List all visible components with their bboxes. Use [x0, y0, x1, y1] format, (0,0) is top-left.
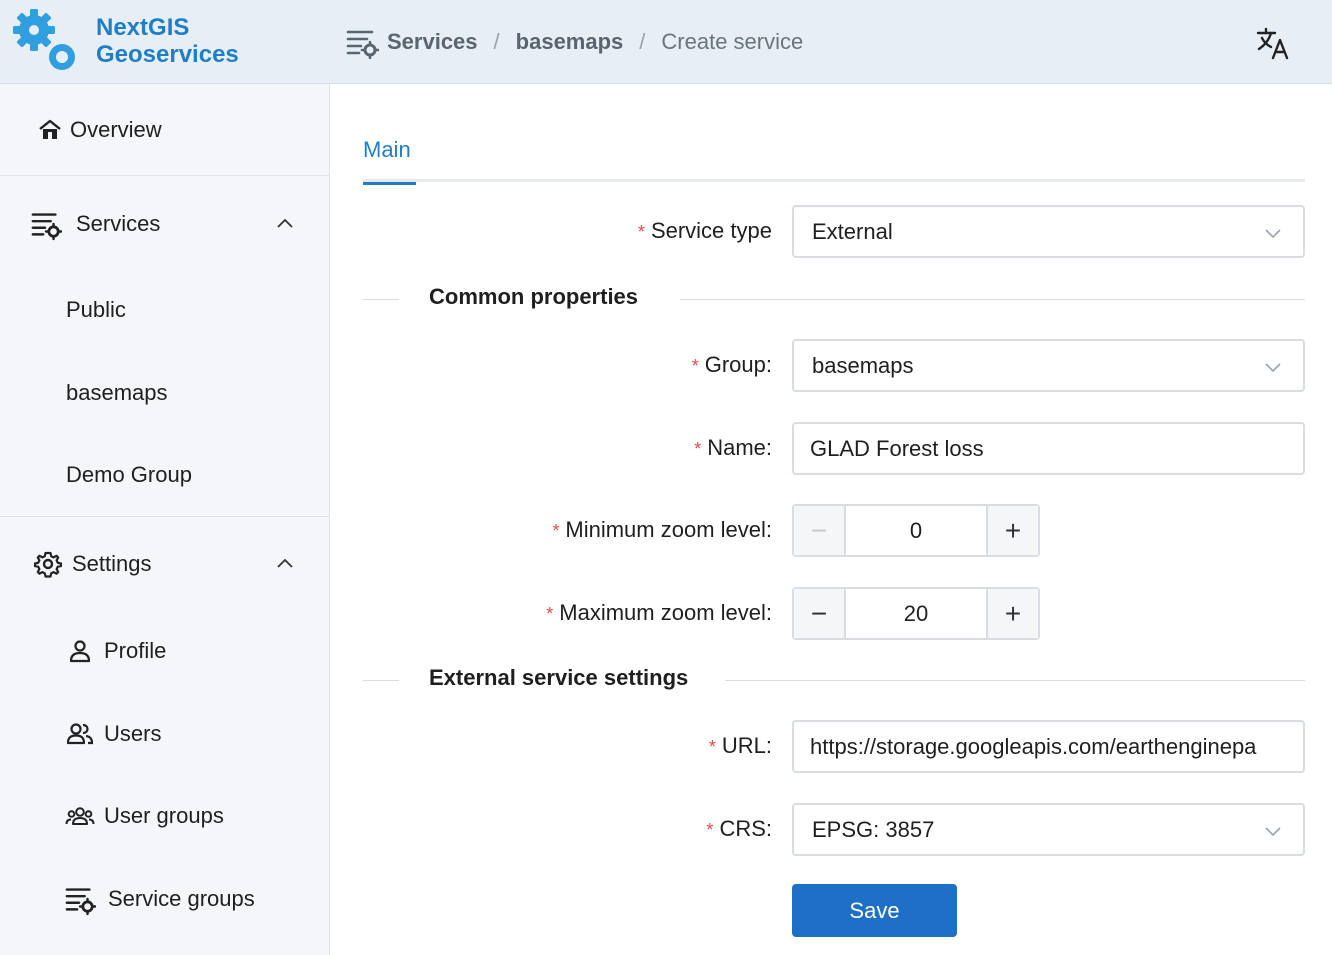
sidebar-item-services[interactable]: Services: [0, 204, 329, 244]
crs-label: * CRS:: [706, 816, 772, 842]
services-list-icon: [64, 883, 96, 916]
users-icon: [64, 718, 96, 750]
user-group-icon: [64, 800, 96, 832]
sidebar-item-label: User groups: [104, 803, 224, 828]
tab-active-indicator: [363, 182, 416, 185]
sidebar-item-label: Service groups: [108, 886, 255, 911]
label-text: CRS:: [719, 816, 772, 841]
save-button[interactable]: Save: [792, 884, 957, 937]
group-select[interactable]: basemaps: [792, 339, 1305, 392]
sidebar-item-label: Overview: [70, 117, 162, 142]
tab-bar: Main: [363, 134, 1305, 185]
chevron-down-icon: [1265, 229, 1281, 239]
url-label: * URL:: [709, 733, 772, 759]
logo-gear-icon[interactable]: [10, 6, 80, 76]
top-header: NextGIS Geoservices Services / basemaps …: [0, 0, 1332, 84]
name-label: * Name:: [694, 435, 772, 461]
sidebar-item-profile[interactable]: Profile: [0, 631, 329, 671]
stepper-value[interactable]: 0: [846, 506, 986, 555]
max-zoom-label: * Maximum zoom level:: [546, 600, 772, 626]
decrement-button[interactable]: −: [794, 589, 846, 638]
required-mark: *: [706, 820, 714, 840]
divider-line: [363, 299, 399, 300]
label-text: Group:: [704, 352, 772, 377]
sidebar-item-label: basemaps: [66, 380, 168, 405]
sidebar-item-overview[interactable]: Overview: [0, 110, 329, 150]
chevron-down-icon: [1265, 827, 1281, 837]
increment-button[interactable]: +: [986, 589, 1038, 638]
breadcrumb-services[interactable]: Services: [387, 29, 478, 55]
sidebar-item-settings[interactable]: Settings: [0, 544, 329, 584]
logo-line1: NextGIS: [96, 14, 190, 41]
home-icon: [34, 114, 66, 146]
sidebar-item-basemaps[interactable]: basemaps: [0, 373, 329, 413]
breadcrumb-basemaps[interactable]: basemaps: [516, 29, 624, 55]
divider-line: [725, 680, 1305, 681]
divider-line: [680, 299, 1305, 300]
sidebar-divider: [0, 175, 329, 176]
sidebar-item-service-groups[interactable]: Service groups: [0, 879, 329, 919]
chevron-up-icon[interactable]: [275, 554, 295, 574]
user-icon: [64, 635, 96, 667]
services-list-icon: [346, 30, 379, 59]
main-content: Main * Service type External Common prope…: [330, 84, 1332, 955]
sidebar-item-label: Demo Group: [66, 462, 192, 487]
chevron-up-icon[interactable]: [275, 214, 295, 234]
stepper-value[interactable]: 20: [846, 589, 986, 638]
common-properties-divider: Common properties: [363, 284, 1305, 316]
name-input[interactable]: GLAD Forest loss: [792, 422, 1305, 475]
breadcrumb-separator: /: [493, 29, 500, 54]
decrement-button[interactable]: −: [794, 506, 846, 555]
sidebar-item-public[interactable]: Public: [0, 290, 329, 330]
label-text: Name:: [707, 435, 772, 460]
translate-icon[interactable]: [1256, 26, 1292, 60]
group-label: * Group:: [692, 352, 772, 378]
logo-line2: Geoservices: [96, 41, 239, 68]
section-title: Common properties: [429, 284, 639, 310]
label-text: Maximum zoom level:: [559, 600, 772, 625]
chevron-down-icon: [1265, 363, 1281, 373]
min-zoom-label: * Minimum zoom level:: [552, 517, 772, 543]
divider-line: [363, 680, 399, 681]
select-value: External: [812, 218, 893, 244]
services-list-icon: [30, 208, 62, 241]
min-zoom-stepper[interactable]: − 0 +: [792, 504, 1040, 557]
sidebar-item-demo-group[interactable]: Demo Group: [0, 455, 329, 495]
sidebar: Overview Services Public basemaps Demo G…: [0, 84, 330, 955]
required-mark: *: [637, 222, 645, 242]
app-logo-text[interactable]: NextGIS Geoservices: [96, 14, 239, 68]
sidebar-item-label: Public: [66, 297, 126, 322]
breadcrumb: Services / basemaps / Create service: [345, 25, 803, 59]
sidebar-item-user-groups[interactable]: User groups: [0, 796, 329, 836]
section-title: External service settings: [429, 665, 689, 691]
sidebar-item-label: Services: [76, 211, 161, 236]
required-mark: *: [546, 604, 554, 624]
tab-label: Main: [363, 137, 411, 162]
sidebar-item-label: Profile: [104, 638, 167, 663]
gear-icon: [32, 548, 64, 580]
label-text: URL:: [721, 733, 772, 758]
increment-button[interactable]: +: [986, 506, 1038, 555]
required-mark: *: [552, 521, 560, 541]
sidebar-item-label: Users: [104, 721, 162, 746]
sidebar-divider: [0, 516, 329, 517]
max-zoom-stepper[interactable]: − 20 +: [792, 587, 1040, 640]
required-mark: *: [691, 356, 699, 376]
external-settings-divider: External service settings: [363, 665, 1305, 697]
service-type-label: * Service type: [638, 218, 772, 244]
required-mark: *: [694, 439, 702, 459]
label-text: Minimum zoom level:: [565, 517, 772, 542]
breadcrumb-separator: /: [639, 29, 646, 54]
sidebar-item-label: Settings: [72, 551, 152, 576]
required-mark: *: [708, 737, 716, 757]
url-input[interactable]: https://storage.googleapis.com/earthengi…: [792, 720, 1305, 773]
crs-select[interactable]: EPSG: 3857: [792, 803, 1305, 856]
label-text: Service type: [650, 218, 772, 243]
select-value: EPSG: 3857: [812, 816, 935, 842]
select-value: basemaps: [812, 352, 914, 378]
sidebar-item-users[interactable]: Users: [0, 714, 329, 754]
service-type-select[interactable]: External: [792, 205, 1305, 258]
breadcrumb-current: Create service: [661, 29, 804, 54]
tab-main[interactable]: Main: [363, 134, 416, 185]
